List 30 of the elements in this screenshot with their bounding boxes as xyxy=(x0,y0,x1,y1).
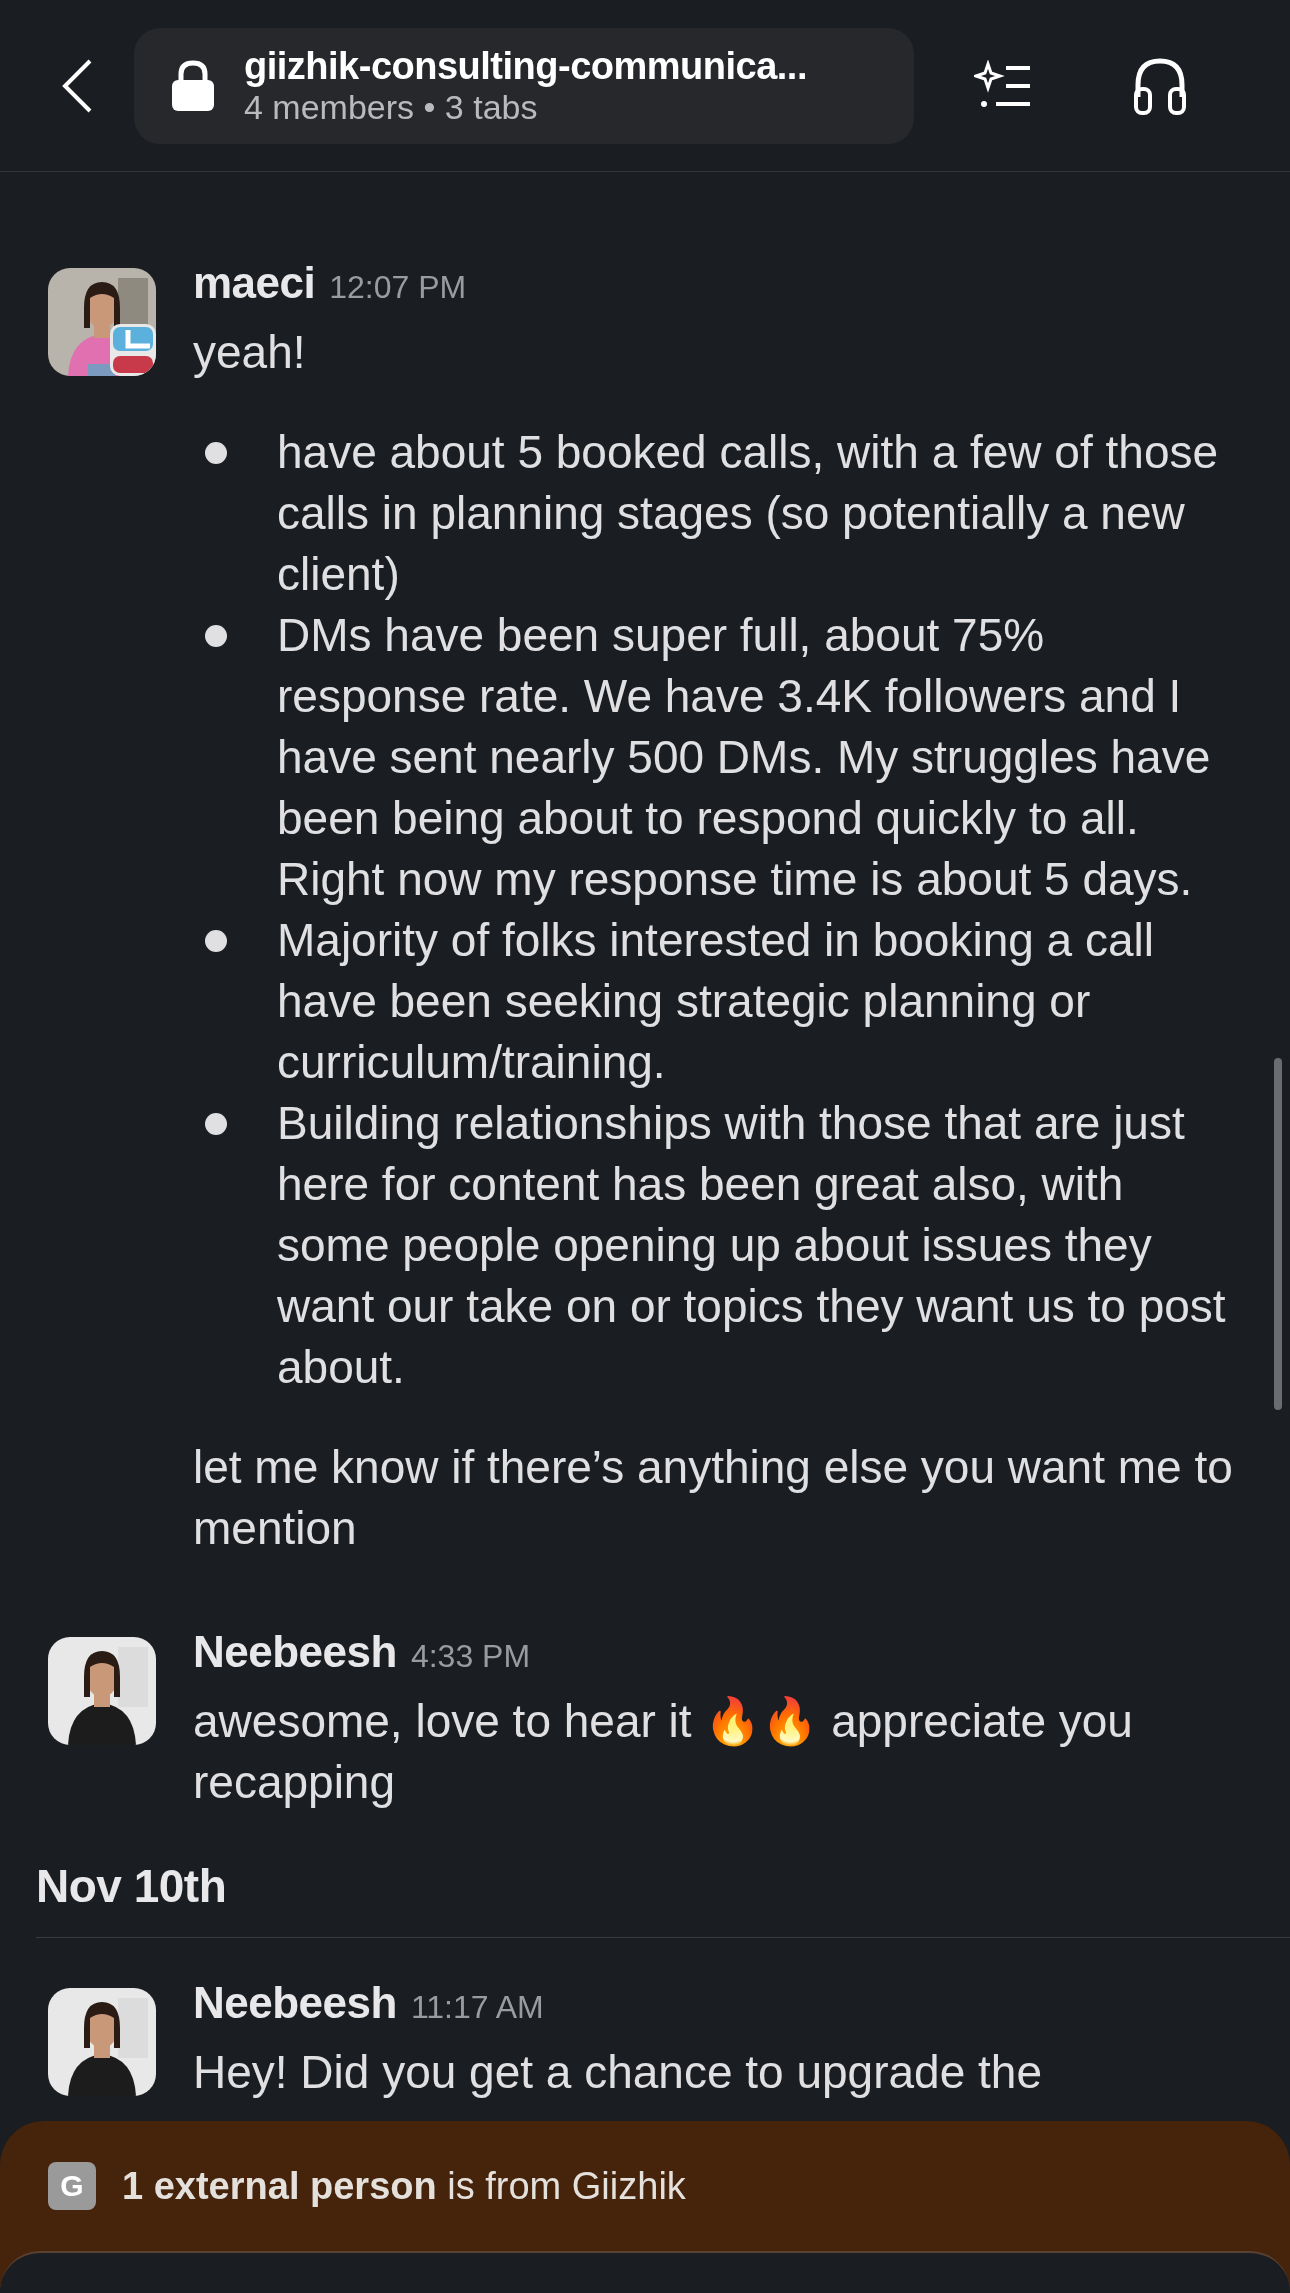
bullet-icon xyxy=(205,1113,227,1135)
timestamp: 4:33 PM xyxy=(410,1638,531,1675)
huddle-button[interactable] xyxy=(1132,56,1188,115)
org-badge: G xyxy=(48,2162,96,2210)
author-name[interactable]: maeci xyxy=(193,258,316,308)
date-divider: Nov 10th xyxy=(36,1860,227,1912)
bullet-icon xyxy=(205,442,227,464)
message-text: Hey! Did you get a chance to upgrade the xyxy=(193,2045,1043,2100)
bullet-icon xyxy=(205,625,227,647)
scrollbar[interactable] xyxy=(1274,1058,1282,1410)
author-name[interactable]: Neebeesh xyxy=(193,1627,397,1677)
timestamp: 11:17 AM xyxy=(410,1989,544,2026)
channel-meta: 4 members • 3 tabs xyxy=(244,87,539,127)
author-name[interactable]: Neebeesh xyxy=(193,1978,397,2028)
list-item-text: Building relationships with those that are just here for content has been great also, with some people opening up about issues they want our take on or topics they want us to post about. xyxy=(277,1096,1227,1395)
lock-icon xyxy=(170,59,216,112)
banner-text: 1 external person is from Giizhik xyxy=(122,2164,686,2208)
list-item-text: Majority of folks interested in booking a call have been seeking strategic planning or curriculum/training. xyxy=(277,913,1155,1090)
channel-header[interactable]: giizhik-consulting-communica... 4 members • 3 tabs xyxy=(134,27,914,144)
message-text: awesome, love to hear it 🔥🔥 appreciate you recapping xyxy=(193,1694,1134,1810)
timestamp: 12:07 PM xyxy=(329,269,467,306)
channel-name: giizhik-consulting-communica... xyxy=(244,44,807,88)
bullet-icon xyxy=(205,930,227,952)
headphones-icon xyxy=(1132,56,1188,115)
chevron-left-icon xyxy=(60,57,94,114)
message-text: let me know if there’s anything else you want me to mention xyxy=(193,1440,1234,1556)
back-button[interactable] xyxy=(60,57,94,114)
list-item-text: have about 5 booked calls, with a few of those calls in planning stages (so potentially a new client) xyxy=(277,425,1220,602)
message-text: yeah! xyxy=(193,325,307,380)
list-item-text: DMs have been super full, about 75% response rate. We have 3.4K followers and I have sent nearly 500 DMs. My struggles have been being about to respond quickly to all. Right now my response time is about 5 days. xyxy=(277,608,1212,907)
